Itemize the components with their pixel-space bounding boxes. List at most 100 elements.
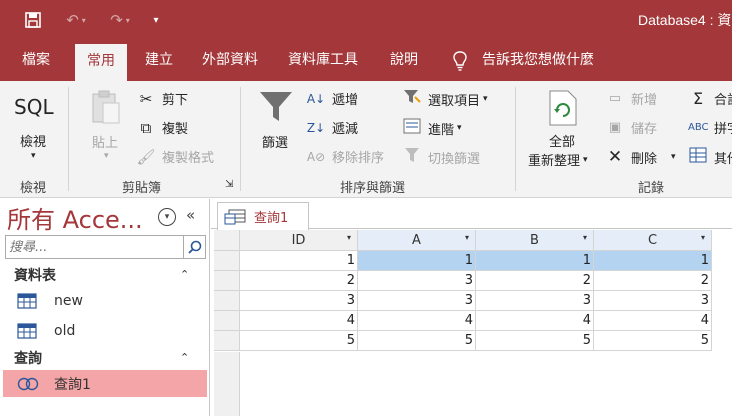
delete-x-icon: ✕: [607, 147, 623, 167]
delete-record-button[interactable]: ✕ 刪除 ▾: [605, 147, 676, 167]
search-icon[interactable]: [183, 236, 205, 258]
nav-section-queries[interactable]: 查詢: [14, 348, 42, 368]
column-header-id[interactable]: ID ▾: [240, 230, 358, 251]
clipboard-launcher-icon[interactable]: ⇲: [225, 179, 233, 190]
more-button[interactable]: 其他: [688, 147, 732, 167]
nav-item-table-old[interactable]: old: [3, 317, 207, 344]
undo-icon[interactable]: ↶ ▾: [58, 8, 94, 32]
remove-sort-button[interactable]: A⊘ 移除排序: [306, 147, 384, 167]
table-cell[interactable]: 1: [240, 251, 358, 271]
collapse-tables-icon[interactable]: ⌃: [180, 268, 189, 281]
table-cell[interactable]: 5: [594, 331, 712, 351]
table-cell[interactable]: 5: [476, 331, 594, 351]
filter-button[interactable]: 篩選: [262, 132, 288, 151]
sort-descending-label: 遞減: [332, 122, 359, 137]
tell-me-label: 告訴我您想做什麼: [482, 52, 594, 68]
brush-icon: 🖌: [136, 147, 156, 166]
table-cell[interactable]: 3: [476, 291, 594, 311]
table-cell[interactable]: 1: [358, 251, 476, 271]
column-header-b[interactable]: B ▾: [476, 230, 594, 251]
table-cell[interactable]: 4: [358, 311, 476, 331]
table-cell[interactable]: 3: [594, 291, 712, 311]
table-cell[interactable]: 3: [240, 291, 358, 311]
column-header-label: C: [647, 232, 658, 248]
selection-filter-icon: [402, 89, 422, 109]
column-header-a[interactable]: A ▾: [358, 230, 476, 251]
copy-button[interactable]: ⧉ 複製: [136, 118, 188, 138]
nav-item-query-1[interactable]: 查詢1: [3, 370, 207, 397]
spelling-button[interactable]: ABC 拼字: [688, 118, 732, 137]
document-tab-query-1[interactable]: 查詢1: [217, 202, 309, 230]
nav-item-label: old: [54, 322, 76, 339]
table-cell[interactable]: 2: [240, 271, 358, 291]
column-header-c[interactable]: C ▾: [594, 230, 712, 251]
nav-pane-title[interactable]: 所有 Acce...: [7, 200, 143, 235]
tell-me-box[interactable]: 告訴我您想做什麼: [452, 40, 594, 81]
table-cell[interactable]: 2: [594, 271, 712, 291]
table-cell[interactable]: 5: [240, 331, 358, 351]
row-selector[interactable]: [214, 331, 240, 351]
nav-section-tables[interactable]: 資料表: [14, 265, 56, 285]
row-selector[interactable]: [214, 291, 240, 311]
row-selector[interactable]: [214, 251, 240, 271]
view-button[interactable]: 檢視: [20, 131, 46, 150]
table-cell[interactable]: 5: [358, 331, 476, 351]
table-cell[interactable]: 1: [594, 251, 712, 271]
refresh-dropdown-icon: ▾: [583, 154, 588, 165]
scissors-icon: ✂: [139, 89, 153, 108]
save-icon[interactable]: [22, 8, 44, 32]
customize-dropdown-icon[interactable]: ▾: [148, 8, 164, 32]
column-dropdown-icon[interactable]: ▾: [465, 233, 469, 242]
cut-button[interactable]: ✂ 剪下: [136, 89, 189, 109]
table-cell[interactable]: 4: [476, 311, 594, 331]
row-selector[interactable]: [214, 271, 240, 291]
refresh-all-line1[interactable]: 全部: [549, 131, 575, 150]
tab-create[interactable]: 建立: [145, 40, 173, 81]
tab-home[interactable]: 常用: [75, 44, 127, 81]
sort-descending-button[interactable]: Z↓ 遞減: [306, 118, 359, 138]
table-icon: [17, 322, 39, 339]
format-painter-button[interactable]: 🖌 複製格式: [136, 147, 214, 167]
tab-file[interactable]: 檔案: [22, 40, 50, 81]
nav-item-table-new[interactable]: new: [3, 287, 207, 314]
save-record-label: 儲存: [631, 122, 658, 137]
column-header-label: B: [530, 232, 539, 248]
new-record-button[interactable]: ▭ 新增: [605, 89, 657, 108]
nav-search-input[interactable]: [6, 236, 182, 259]
view-dropdown-icon[interactable]: ▾: [31, 151, 36, 161]
advanced-button[interactable]: 進階 ▾: [402, 118, 462, 138]
totals-label: 合計: [714, 93, 732, 108]
cut-label: 剪下: [162, 93, 189, 108]
nav-item-label: new: [54, 292, 83, 309]
collapse-queries-icon[interactable]: ⌃: [180, 351, 189, 364]
table-cell[interactable]: 3: [358, 271, 476, 291]
nav-search-box: [5, 235, 206, 259]
table-cell[interactable]: 4: [240, 311, 358, 331]
column-dropdown-icon[interactable]: ▾: [583, 233, 587, 242]
sort-ascending-button[interactable]: A↓ 遞增: [306, 89, 358, 109]
paste-dropdown-icon[interactable]: ▾: [104, 151, 109, 161]
table-cell[interactable]: 3: [358, 291, 476, 311]
totals-button[interactable]: Σ 合計: [688, 89, 732, 108]
save-record-button[interactable]: ▣ 儲存: [605, 118, 657, 137]
toggle-filter-button[interactable]: 切換篩選: [402, 147, 480, 167]
sql-view-label[interactable]: SQL: [14, 95, 54, 119]
selection-button[interactable]: 選取項目 ▾: [402, 89, 488, 109]
column-dropdown-icon[interactable]: ▾: [347, 233, 351, 242]
table-cell[interactable]: 2: [476, 271, 594, 291]
navigation-pane: 所有 Acce... ▾ « 資料表 ⌃ new old 查詢 ⌃ 查詢1: [0, 199, 210, 416]
ribbon: SQL 檢視 ▾ 檢視 貼上 ▾ ✂ 剪下 ⧉ 複製 🖌 複製格式 剪貼簿 ⇲ 篩選 …: [0, 81, 732, 198]
shutter-bar-close-icon[interactable]: «: [186, 206, 195, 224]
select-all-corner[interactable]: [214, 230, 240, 251]
redo-icon[interactable]: ↷ ▾: [102, 8, 138, 32]
tab-database-tools[interactable]: 資料庫工具: [288, 40, 358, 81]
column-dropdown-icon[interactable]: ▾: [701, 233, 705, 242]
tab-external-data[interactable]: 外部資料: [202, 40, 258, 81]
table-cell[interactable]: 4: [594, 311, 712, 331]
tab-help[interactable]: 說明: [390, 40, 418, 81]
table-cell[interactable]: 1: [476, 251, 594, 271]
refresh-all-button[interactable]: 重新整理 ▾: [528, 150, 588, 169]
row-selector[interactable]: [214, 311, 240, 331]
nav-menu-dropdown-icon[interactable]: ▾: [158, 208, 176, 226]
paste-button[interactable]: 貼上: [92, 132, 118, 151]
